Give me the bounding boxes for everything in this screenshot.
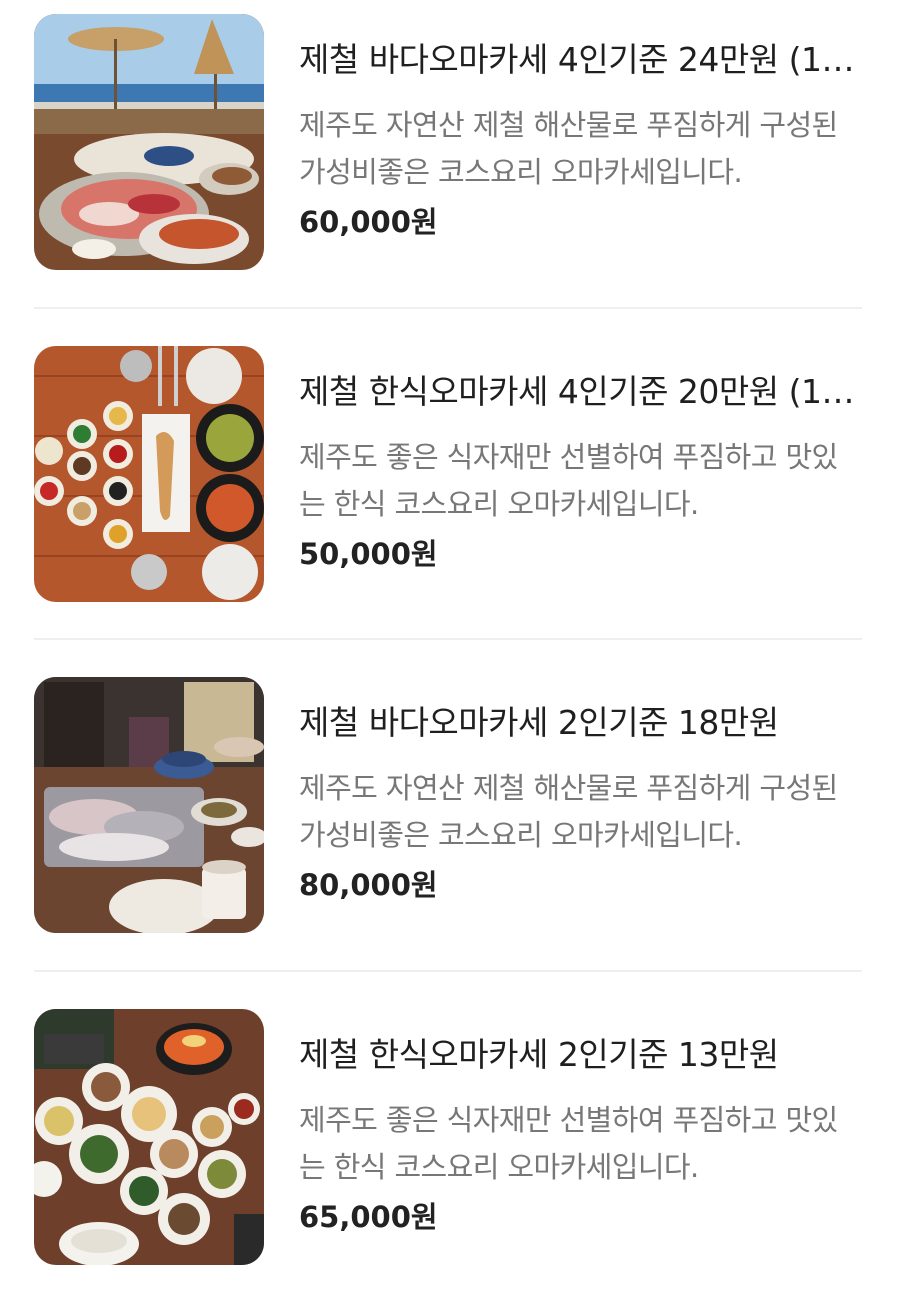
divider: [34, 307, 862, 309]
product-price: 80,000원: [299, 868, 438, 902]
product-description: 제주도 자연산 제철 해산물로 푸짐하게 구성된 가성비좋은 코스요리 오마카세…: [299, 771, 838, 852]
divider: [34, 638, 862, 640]
product-title: 제철 한식오마카세 4인기준 20만원 (1인 5만원): [299, 372, 859, 411]
product-price: 50,000원: [299, 537, 438, 571]
product-price: 60,000원: [299, 205, 438, 239]
seafood-platter-image: [34, 14, 264, 270]
product-description: 제주도 자연산 제철 해산물로 푸짐하게 구성된 가성비좋은 코스요리 오마카세…: [299, 108, 838, 189]
product-price: 65,000원: [299, 1200, 438, 1234]
product-description: 제주도 좋은 식자재만 선별하여 푸짐하고 맛있는 한식 코스요리 오마카세입니…: [299, 1103, 838, 1184]
product-list: 제철 바다오마카세 4인기준 24만원 (1인 6만원) 제주도 자연산 제철 …: [0, 0, 900, 1290]
divider: [34, 970, 862, 972]
product-title: 제철 바다오마카세 4인기준 24만원 (1인 6만원): [299, 40, 859, 79]
product-title: 제철 바다오마카세 2인기준 18만원: [299, 703, 779, 742]
seafood-dining-image: [34, 677, 264, 933]
product-item[interactable]: 제철 바다오마카세 4인기준 24만원 (1인 6만원) 제주도 자연산 제철 …: [34, 14, 862, 270]
korean-table-image: [34, 346, 264, 602]
product-description: 제주도 좋은 식자재만 선별하여 푸짐하고 맛있는 한식 코스요리 오마카세입니…: [299, 440, 838, 521]
product-item[interactable]: 제철 바다오마카세 2인기준 18만원 제주도 자연산 제철 해산물로 푸짐하게…: [34, 677, 862, 933]
korean-meal-image: [34, 1009, 264, 1265]
product-title: 제철 한식오마카세 2인기준 13만원: [299, 1035, 779, 1074]
product-item[interactable]: 제철 한식오마카세 4인기준 20만원 (1인 5만원) 제주도 좋은 식자재만…: [34, 346, 862, 602]
product-item[interactable]: 제철 한식오마카세 2인기준 13만원 제주도 좋은 식자재만 선별하여 푸짐하…: [34, 1009, 862, 1265]
